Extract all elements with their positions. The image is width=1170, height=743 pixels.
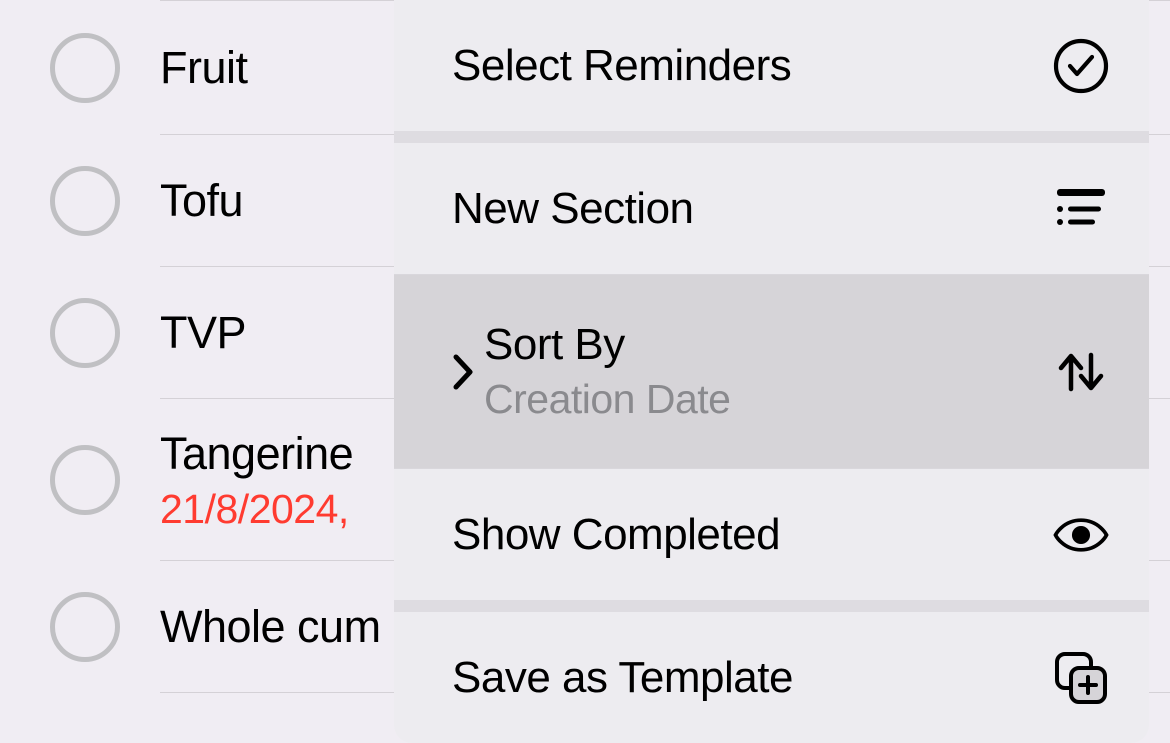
eye-icon: [1053, 507, 1109, 563]
checkbox-circle-icon[interactable]: [50, 166, 120, 236]
menu-sort-by[interactable]: Sort By Creation Date: [394, 275, 1149, 468]
duplicate-plus-icon: [1053, 650, 1109, 706]
menu-label: Sort By: [484, 320, 1053, 370]
menu-show-completed[interactable]: Show Completed: [394, 469, 1149, 600]
menu-sublabel: Creation Date: [484, 376, 1053, 423]
reminder-date: 21/8/2024,: [160, 486, 353, 533]
reminder-text: Tofu: [160, 175, 243, 227]
menu-divider: [394, 600, 1149, 612]
checkbox-circle-icon[interactable]: [50, 592, 120, 662]
menu-new-section[interactable]: New Section: [394, 143, 1149, 274]
menu-label: Select Reminders: [452, 41, 1053, 91]
checkbox-circle-icon[interactable]: [50, 445, 120, 515]
list-icon: [1053, 181, 1109, 237]
reminder-text: Fruit: [160, 42, 248, 94]
menu-save-as-template[interactable]: Save as Template: [394, 612, 1149, 743]
checkbox-circle-icon[interactable]: [50, 33, 120, 103]
menu-divider: [394, 131, 1149, 143]
menu-select-reminders[interactable]: Select Reminders: [394, 0, 1149, 131]
checkbox-circle-icon[interactable]: [50, 298, 120, 368]
reminder-text: TVP: [160, 307, 246, 359]
checkmark-circle-icon: [1053, 38, 1109, 94]
reminder-label: TVP: [160, 307, 246, 359]
sort-arrows-icon: [1053, 344, 1109, 400]
reminder-label: Tangerine: [160, 428, 353, 480]
reminder-text: Tangerine 21/8/2024,: [160, 428, 353, 533]
menu-label: New Section: [452, 184, 1053, 234]
chevron-right-icon: [452, 353, 474, 391]
reminder-label: Fruit: [160, 42, 248, 94]
menu-label: Save as Template: [452, 653, 1053, 703]
reminder-label: Tofu: [160, 175, 243, 227]
menu-label: Show Completed: [452, 510, 1053, 560]
context-menu: Select Reminders New Section: [394, 0, 1149, 743]
reminder-text: Whole cum: [160, 601, 381, 653]
reminder-label: Whole cum: [160, 601, 381, 653]
